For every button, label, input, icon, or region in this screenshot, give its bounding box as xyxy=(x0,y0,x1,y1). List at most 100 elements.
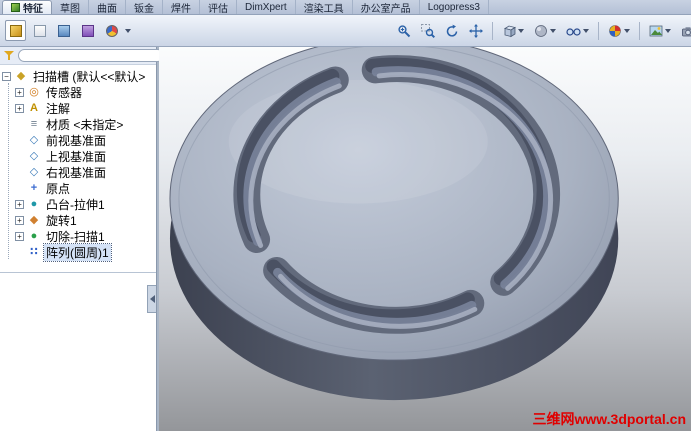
origin-icon: + xyxy=(30,182,38,194)
rotate-view-button[interactable] xyxy=(441,20,463,42)
circular-pattern-icon: ∷ xyxy=(30,246,38,258)
tab-office-products[interactable]: 办公室产品 xyxy=(353,0,420,15)
tab-label: 渲染工具 xyxy=(303,3,344,15)
annotations-icon: A xyxy=(30,102,38,114)
display-style-icon xyxy=(535,24,547,37)
tree-item-label: 传感器 xyxy=(46,85,83,100)
expand-box[interactable]: + xyxy=(15,231,24,241)
feature-tree: − ◆ 扫描槽 (默认<<默认> + ◎ 传感器 + A 注解 ≡ 材质 <未指… xyxy=(0,65,156,262)
tree-item-top-plane[interactable]: ◇ 上视基准面 xyxy=(2,148,156,164)
panel-tab-bar xyxy=(0,20,157,41)
zoom-fit-icon xyxy=(398,24,411,37)
hide-show-items-button[interactable] xyxy=(562,20,593,42)
plane-icon: ◇ xyxy=(29,150,39,162)
material-icon: ≡ xyxy=(30,118,38,130)
dropdown-caret-icon xyxy=(583,28,589,33)
expand-box[interactable]: + xyxy=(15,199,24,209)
tree-item-label: 前视基准面 xyxy=(46,133,107,148)
tree-item-label: 凸台-拉伸1 xyxy=(46,197,105,212)
panel-collapse-handle[interactable] xyxy=(147,285,156,313)
tab-label: 办公室产品 xyxy=(360,3,411,15)
tree-item-label: 上视基准面 xyxy=(46,149,107,164)
sensors-folder-icon: ◎ xyxy=(29,86,39,98)
boss-extrude-icon: ● xyxy=(30,198,38,210)
plane-icon: ◇ xyxy=(29,134,39,146)
tab-label: 特征 xyxy=(23,4,43,15)
tree-item-label: 原点 xyxy=(46,181,71,196)
edit-appearance-ball-icon xyxy=(609,24,621,37)
toolbar-row xyxy=(0,15,691,47)
feature-manager-icon xyxy=(9,24,22,37)
graphics-area[interactable]: 三维网www.3dportal.cn xyxy=(159,47,691,431)
tree-item-cut-sweep1[interactable]: + ● 切除-扫描1 xyxy=(2,228,156,244)
tab-render-tools[interactable]: 渲染工具 xyxy=(296,0,353,15)
tree-item-boss-extrude1[interactable]: + ● 凸台-拉伸1 xyxy=(2,196,156,212)
tree-item-annotations[interactable]: + A 注解 xyxy=(2,100,156,116)
revolve-icon: ◆ xyxy=(29,214,39,226)
pan-button[interactable] xyxy=(465,20,487,42)
tab-sheet-metal[interactable]: 钣金 xyxy=(126,0,163,15)
panel-splitter-line[interactable] xyxy=(0,272,156,273)
tab-label: 曲面 xyxy=(97,3,117,15)
dimxpert-manager-tab[interactable] xyxy=(77,20,98,41)
tab-label: 钣金 xyxy=(134,3,154,15)
zoom-to-area-button[interactable] xyxy=(417,20,439,42)
command-manager-tabs: 特征 草图 曲面 钣金 焊件 评估 DimXpert 渲染工具 办公室产品 Lo… xyxy=(0,0,691,15)
zoom-to-area-icon xyxy=(421,23,435,38)
configuration-manager-icon xyxy=(57,24,70,37)
display-manager-tab[interactable] xyxy=(101,20,122,41)
tree-filter-input[interactable] xyxy=(18,49,164,62)
heads-up-view-toolbar xyxy=(393,20,691,42)
collapse-arrow-icon xyxy=(149,295,155,303)
view-orientation-button[interactable] xyxy=(498,20,528,42)
tree-root-label: 扫描槽 (默认<<默认> xyxy=(33,69,146,84)
cut-sweep-icon: ● xyxy=(30,230,38,242)
tree-item-origin[interactable]: + 原点 xyxy=(2,180,156,196)
tree-item-circular-pattern1[interactable]: ∷ 阵列(圆周)1 xyxy=(2,242,156,262)
display-manager-icon xyxy=(105,24,118,37)
tree-item-right-plane[interactable]: ◇ 右视基准面 xyxy=(2,164,156,180)
camera-icon xyxy=(682,26,691,36)
tree-item-revolve1[interactable]: + ◆ 旋转1 xyxy=(2,212,156,228)
tab-logopress3[interactable]: Logopress3 xyxy=(420,0,489,14)
main-content: − ◆ 扫描槽 (默认<<默认> + ◎ 传感器 + A 注解 ≡ 材质 <未指… xyxy=(0,47,691,431)
expand-box[interactable]: + xyxy=(15,103,24,113)
property-manager-tab[interactable] xyxy=(29,20,50,41)
tab-dimxpert[interactable]: DimXpert xyxy=(237,0,296,14)
expand-box[interactable]: + xyxy=(15,215,24,225)
dropdown-caret-icon xyxy=(550,28,556,33)
tree-item-material[interactable]: ≡ 材质 <未指定> xyxy=(2,116,156,132)
property-manager-icon xyxy=(33,24,46,37)
toolbar-separator xyxy=(639,21,640,40)
toolbar-separator xyxy=(492,21,493,40)
expand-box[interactable]: + xyxy=(15,87,24,97)
dropdown-caret-icon xyxy=(665,28,671,33)
feature-manager-tab[interactable] xyxy=(5,20,26,41)
filter-funnel-icon xyxy=(4,50,14,61)
hide-show-glasses-icon xyxy=(566,27,581,36)
display-style-button[interactable] xyxy=(530,20,560,42)
collapse-box[interactable]: − xyxy=(2,71,11,81)
tree-item-front-plane[interactable]: ◇ 前视基准面 xyxy=(2,132,156,148)
apply-scene-button[interactable] xyxy=(645,20,675,42)
tab-surfaces[interactable]: 曲面 xyxy=(89,0,126,15)
view-settings-button[interactable] xyxy=(677,20,691,42)
tab-label: 焊件 xyxy=(171,3,191,15)
tab-features[interactable]: 特征 xyxy=(2,0,52,15)
configuration-manager-tab[interactable] xyxy=(53,20,74,41)
tab-weldments[interactable]: 焊件 xyxy=(163,0,200,15)
tree-filter-row xyxy=(0,47,164,65)
dimxpert-manager-icon xyxy=(81,24,94,37)
watermark-text: 三维网www.3dportal.cn xyxy=(532,411,687,427)
dropdown-caret-icon xyxy=(518,28,524,33)
tree-root-part[interactable]: − ◆ 扫描槽 (默认<<默认> xyxy=(2,68,156,84)
tab-sketch[interactable]: 草图 xyxy=(52,0,89,15)
panel-tabs-overflow-chevron-icon[interactable] xyxy=(125,28,131,33)
zoom-fit-button[interactable] xyxy=(393,20,415,42)
edit-appearance-button[interactable] xyxy=(604,20,634,42)
tab-evaluate[interactable]: 评估 xyxy=(200,0,237,15)
3d-model-swept-slot-part xyxy=(169,47,619,401)
tab-label: 草图 xyxy=(60,3,80,15)
tree-item-sensors[interactable]: + ◎ 传感器 xyxy=(2,84,156,100)
dropdown-caret-icon xyxy=(624,28,630,33)
